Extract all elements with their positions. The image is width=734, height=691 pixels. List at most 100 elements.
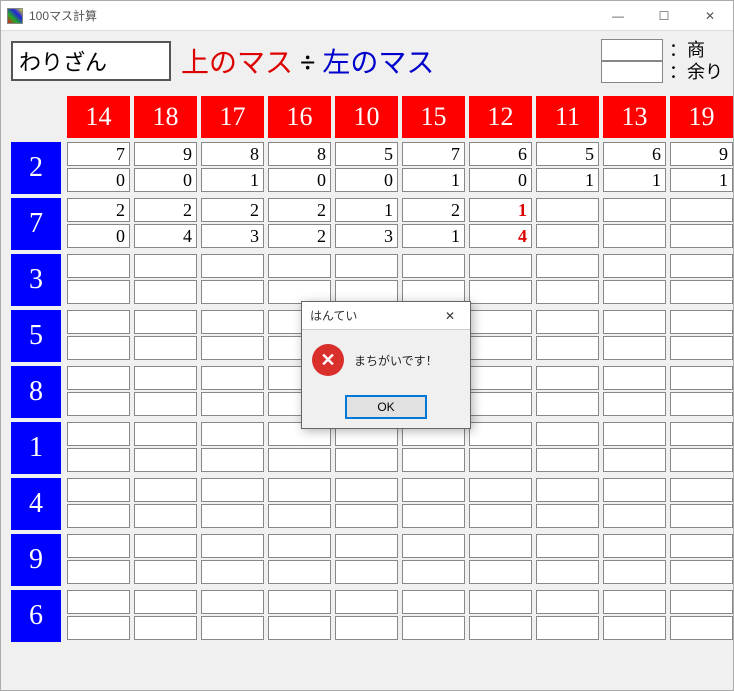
quotient-input[interactable] (603, 590, 666, 614)
quotient-input[interactable] (134, 478, 197, 502)
quotient-input[interactable] (603, 142, 666, 166)
quotient-input[interactable] (469, 534, 532, 558)
remainder-input[interactable] (335, 168, 398, 192)
remainder-input[interactable] (134, 336, 197, 360)
remainder-input[interactable] (67, 224, 130, 248)
quotient-input[interactable] (268, 198, 331, 222)
remainder-input[interactable] (67, 280, 130, 304)
remainder-input[interactable] (402, 616, 465, 640)
remainder-input[interactable] (134, 168, 197, 192)
remainder-input[interactable] (670, 336, 733, 360)
remainder-input[interactable] (134, 616, 197, 640)
remainder-input[interactable] (268, 168, 331, 192)
quotient-input[interactable] (335, 534, 398, 558)
remainder-input[interactable] (603, 448, 666, 472)
remainder-input[interactable] (603, 504, 666, 528)
remainder-input[interactable] (201, 224, 264, 248)
remainder-input[interactable] (536, 504, 599, 528)
remainder-input[interactable] (201, 448, 264, 472)
close-button[interactable]: ✕ (687, 1, 733, 31)
quotient-input[interactable] (67, 478, 130, 502)
remainder-input[interactable] (536, 448, 599, 472)
remainder-input[interactable] (201, 336, 264, 360)
quotient-input[interactable] (335, 254, 398, 278)
remainder-input[interactable] (469, 448, 532, 472)
quotient-input[interactable] (335, 478, 398, 502)
remainder-input[interactable] (134, 504, 197, 528)
remainder-input[interactable] (201, 392, 264, 416)
quotient-input[interactable] (134, 590, 197, 614)
remainder-input[interactable] (670, 504, 733, 528)
remainder-input[interactable] (201, 280, 264, 304)
quotient-input[interactable] (134, 422, 197, 446)
remainder-input[interactable] (536, 280, 599, 304)
quotient-input[interactable] (201, 590, 264, 614)
quotient-input[interactable] (670, 422, 733, 446)
remainder-input[interactable] (335, 616, 398, 640)
quotient-input[interactable] (134, 310, 197, 334)
quotient-input[interactable] (201, 198, 264, 222)
remainder-input[interactable] (67, 560, 130, 584)
quotient-input[interactable] (268, 142, 331, 166)
quotient-input[interactable] (670, 478, 733, 502)
remainder-input[interactable] (469, 504, 532, 528)
remainder-input[interactable] (469, 168, 532, 192)
quotient-input[interactable] (469, 366, 532, 390)
quotient-input[interactable] (134, 534, 197, 558)
quotient-input[interactable] (67, 142, 130, 166)
remainder-input[interactable] (134, 224, 197, 248)
remainder-input[interactable] (268, 224, 331, 248)
quotient-input[interactable] (670, 142, 733, 166)
quotient-input[interactable] (536, 366, 599, 390)
remainder-input[interactable] (268, 616, 331, 640)
quotient-input[interactable] (536, 142, 599, 166)
quotient-input[interactable] (201, 422, 264, 446)
remainder-input[interactable] (536, 616, 599, 640)
remainder-input[interactable] (402, 504, 465, 528)
remainder-input[interactable] (603, 616, 666, 640)
quotient-input[interactable] (67, 366, 130, 390)
quotient-input[interactable] (402, 142, 465, 166)
quotient-input[interactable] (670, 198, 733, 222)
quotient-input[interactable] (402, 534, 465, 558)
quotient-input[interactable] (67, 590, 130, 614)
quotient-input[interactable] (536, 534, 599, 558)
quotient-input[interactable] (670, 534, 733, 558)
remainder-input[interactable] (402, 560, 465, 584)
quotient-input[interactable] (201, 366, 264, 390)
quotient-input[interactable] (670, 590, 733, 614)
remainder-input[interactable] (335, 560, 398, 584)
remainder-input[interactable] (603, 224, 666, 248)
remainder-input[interactable] (67, 168, 130, 192)
remainder-input[interactable] (536, 336, 599, 360)
remainder-input[interactable] (670, 224, 733, 248)
remainder-input[interactable] (134, 448, 197, 472)
quotient-input[interactable] (469, 478, 532, 502)
quotient-input[interactable] (201, 478, 264, 502)
remainder-input[interactable] (603, 280, 666, 304)
quotient-input[interactable] (67, 310, 130, 334)
maximize-button[interactable]: ☐ (641, 1, 687, 31)
remainder-input[interactable] (670, 448, 733, 472)
remainder-input[interactable] (670, 392, 733, 416)
quotient-input[interactable] (536, 198, 599, 222)
remainder-input[interactable] (536, 224, 599, 248)
quotient-input[interactable] (134, 142, 197, 166)
quotient-input[interactable] (536, 254, 599, 278)
quotient-input[interactable] (603, 422, 666, 446)
remainder-input[interactable] (536, 168, 599, 192)
quotient-input[interactable] (268, 590, 331, 614)
remainder-input[interactable] (67, 616, 130, 640)
remainder-input[interactable] (670, 280, 733, 304)
quotient-input[interactable] (67, 198, 130, 222)
quotient-input[interactable] (603, 478, 666, 502)
quotient-input[interactable] (134, 366, 197, 390)
quotient-input[interactable] (603, 254, 666, 278)
remainder-input[interactable] (402, 224, 465, 248)
quotient-input[interactable] (536, 478, 599, 502)
remainder-input[interactable] (469, 560, 532, 584)
quotient-input[interactable] (335, 142, 398, 166)
quotient-input[interactable] (402, 254, 465, 278)
quotient-input[interactable] (335, 590, 398, 614)
remainder-input[interactable] (67, 392, 130, 416)
